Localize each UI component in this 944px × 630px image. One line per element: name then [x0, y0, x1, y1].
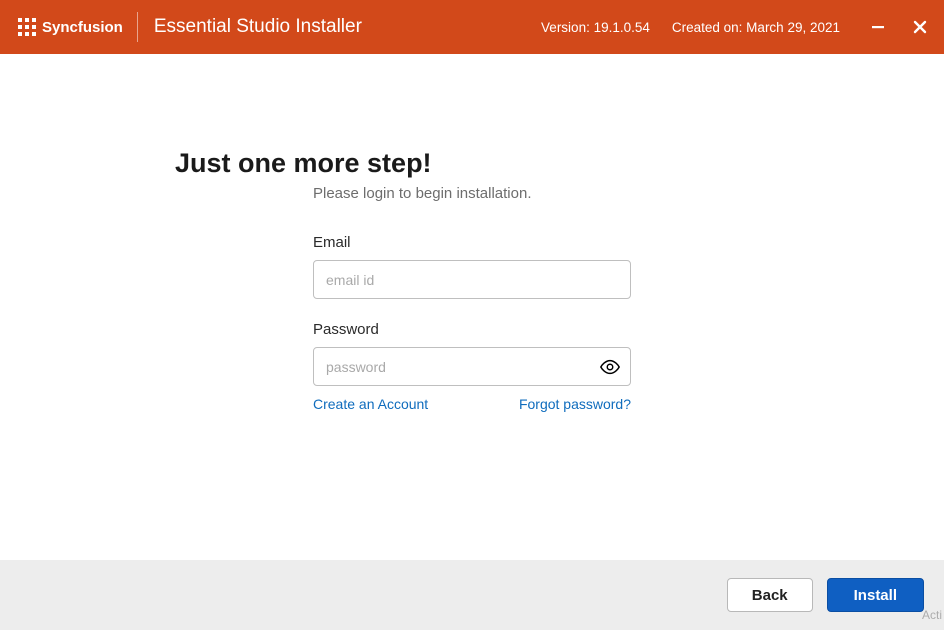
- brand-logo: Syncfusion: [18, 18, 123, 36]
- main-content: Just one more step! Please login to begi…: [0, 54, 944, 560]
- footer: Back Install: [0, 560, 944, 630]
- app-title: Essential Studio Installer: [154, 16, 362, 38]
- back-button[interactable]: Back: [727, 578, 813, 612]
- titlebar: Syncfusion Essential Studio Installer Ve…: [0, 0, 944, 54]
- created-on-label: Created on: March 29, 2021: [672, 20, 840, 35]
- show-password-button[interactable]: [599, 356, 621, 378]
- email-label: Email: [313, 234, 631, 251]
- login-form: Just one more step! Please login to begi…: [313, 148, 631, 560]
- password-label: Password: [313, 321, 631, 338]
- brand-text: Syncfusion: [42, 19, 123, 36]
- create-account-link[interactable]: Create an Account: [313, 396, 428, 412]
- eye-icon: [599, 356, 621, 378]
- page-subheading: Please login to begin installation.: [313, 185, 631, 202]
- close-button[interactable]: [910, 17, 930, 37]
- page-heading: Just one more step!: [175, 148, 631, 179]
- password-input[interactable]: [313, 347, 631, 386]
- install-button[interactable]: Install: [827, 578, 924, 612]
- version-label: Version: 19.1.0.54: [541, 20, 650, 35]
- email-input[interactable]: [313, 260, 631, 299]
- links-row: Create an Account Forgot password?: [313, 396, 631, 412]
- syncfusion-logo-icon: [18, 18, 36, 36]
- forgot-password-link[interactable]: Forgot password?: [519, 396, 631, 412]
- titlebar-divider: [137, 12, 138, 42]
- window-controls: [868, 17, 930, 37]
- minimize-button[interactable]: [868, 17, 888, 37]
